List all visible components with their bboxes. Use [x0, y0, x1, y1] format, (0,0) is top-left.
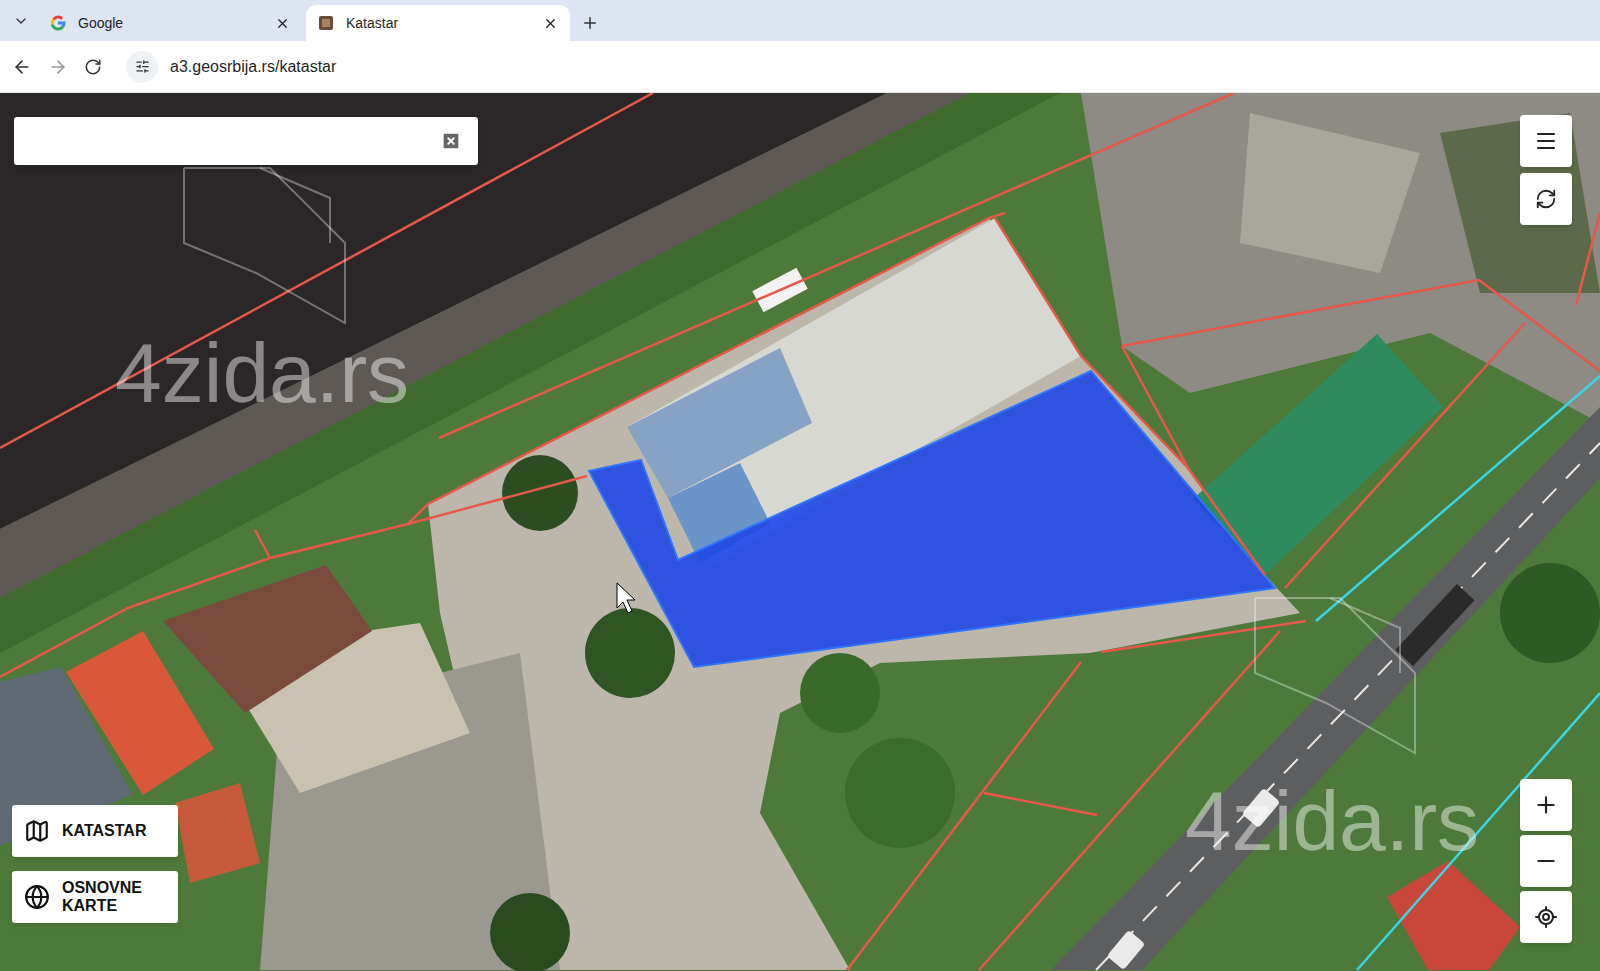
site-info-button[interactable] — [126, 51, 158, 83]
browser-window: Google Katastar a3.geosrbija.rs/katastar 4z… — [0, 0, 1600, 971]
address-bar: a3.geosrbija.rs/katastar — [0, 41, 1600, 93]
plus-icon — [581, 14, 599, 32]
browser-tab[interactable]: Google — [38, 5, 302, 41]
zoom-in-icon — [1533, 792, 1559, 818]
tab-title: Google — [78, 13, 263, 34]
refresh-button[interactable] — [1520, 173, 1572, 225]
tab-list-button[interactable] — [8, 5, 34, 37]
close-tab-icon[interactable] — [543, 16, 558, 31]
layer-buttons: KATASTAR OSNOVNE KARTE — [12, 805, 178, 923]
tab-title: Katastar — [346, 13, 531, 34]
site-info-icon — [135, 59, 150, 74]
clear-search-icon[interactable] — [440, 130, 462, 152]
search-box[interactable] — [14, 117, 478, 165]
close-tab-icon[interactable] — [275, 16, 290, 31]
url-text: a3.geosrbija.rs/katastar — [170, 55, 336, 79]
forward-icon[interactable] — [48, 57, 68, 77]
aerial-map — [0, 93, 1600, 971]
selected-parcel[interactable] — [589, 371, 1275, 667]
globe-icon — [24, 884, 50, 910]
layer-button-label: OSNOVNE KARTE — [62, 879, 162, 915]
watermark: 4zida.rs — [1185, 779, 1479, 863]
zoom-in-button[interactable] — [1520, 779, 1572, 831]
zoom-out-icon — [1533, 848, 1559, 874]
zoom-controls — [1520, 779, 1572, 943]
layer-button[interactable]: KATASTAR — [12, 805, 178, 857]
layer-button[interactable]: OSNOVNE KARTE — [12, 871, 178, 923]
map-icon — [24, 818, 50, 844]
map-view[interactable]: 4zida.rs 4zida.rs KATASTAR OSNOVNE KARTE — [0, 93, 1600, 971]
new-tab-button[interactable] — [574, 7, 606, 39]
search-input[interactable] — [30, 117, 440, 165]
omnibox[interactable]: a3.geosrbija.rs/katastar — [126, 48, 1588, 86]
top-right-controls — [1520, 115, 1572, 225]
browser-tab[interactable]: Katastar — [306, 5, 570, 41]
katastar-favicon-icon — [318, 15, 334, 31]
layer-button-label: KATASTAR — [62, 822, 146, 840]
chevron-down-icon — [13, 13, 29, 29]
locate-button[interactable] — [1520, 891, 1572, 943]
refresh-icon — [1535, 188, 1557, 210]
tab-strip: Google Katastar — [0, 0, 1600, 41]
back-icon[interactable] — [12, 57, 32, 77]
menu-button[interactable] — [1520, 115, 1572, 167]
watermark: 4zida.rs — [115, 331, 409, 415]
locate-icon — [1534, 905, 1558, 929]
reload-icon[interactable] — [84, 58, 102, 76]
mouse-cursor — [617, 583, 635, 613]
zoom-out-button[interactable] — [1520, 835, 1572, 887]
google-favicon-icon — [50, 15, 66, 31]
menu-icon — [1534, 129, 1558, 153]
